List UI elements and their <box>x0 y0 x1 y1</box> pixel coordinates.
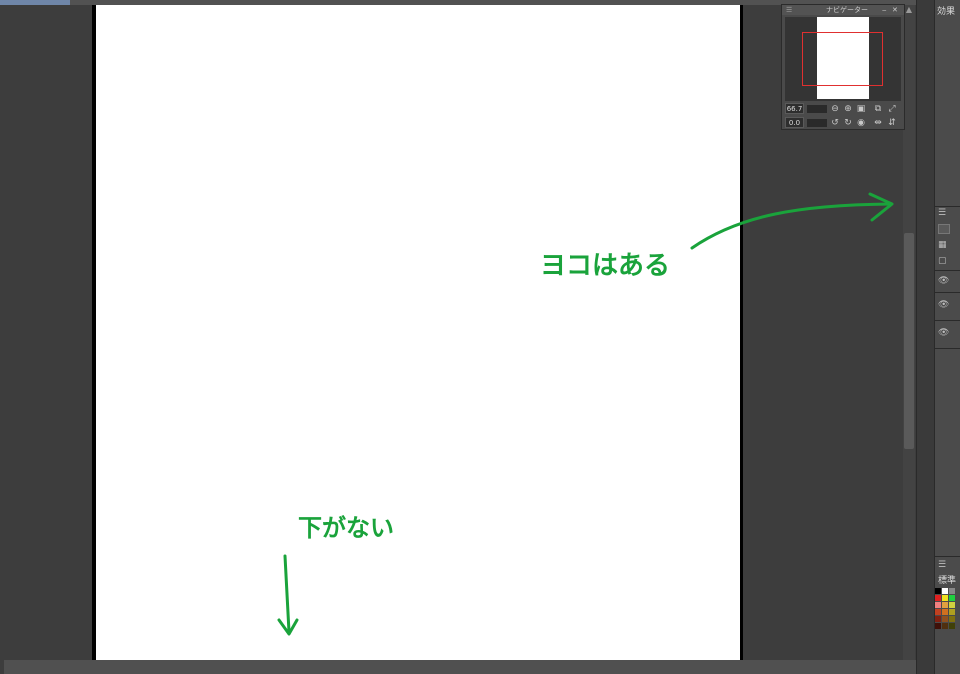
color-swatches[interactable] <box>935 588 960 640</box>
horizontal-scrollbar[interactable] <box>4 660 916 674</box>
zoom-out-icon[interactable]: ⊖ <box>830 104 840 114</box>
navigator-view-frame[interactable] <box>802 32 883 86</box>
actual-size-icon[interactable]: ▣ <box>856 104 866 114</box>
color-swatch[interactable] <box>949 595 955 601</box>
layer-divider <box>935 348 960 349</box>
color-swatch[interactable] <box>935 602 941 608</box>
reset-rotation-icon[interactable]: ◉ <box>856 118 866 128</box>
layer-visibility-eye-icon[interactable]: 👁 <box>938 328 949 338</box>
effects-tab[interactable]: 効果 <box>937 4 955 17</box>
color-set-label[interactable]: 標準 <box>938 576 956 586</box>
zoom-controls: 66.7 ⊖ ⊕ ▣ ⧉ ⤢ <box>785 103 903 115</box>
layer-divider <box>935 270 960 271</box>
flip-horizontal-icon[interactable]: ⇹ <box>873 118 883 128</box>
color-swatch[interactable] <box>935 609 941 615</box>
rotation-slider[interactable] <box>807 119 827 127</box>
color-swatch[interactable] <box>942 623 948 629</box>
layer-visibility-eye-icon[interactable]: 👁 <box>938 300 949 310</box>
flip-vertical-icon[interactable]: ⇵ <box>887 118 897 128</box>
color-swatch[interactable] <box>942 602 948 608</box>
panel-menu-icon[interactable]: ☰ <box>938 208 946 218</box>
navigator-title: ナビゲーター <box>826 6 868 14</box>
rotation-value-field[interactable]: 0.0 <box>785 117 804 128</box>
color-swatch[interactable] <box>949 602 955 608</box>
color-swatch[interactable] <box>935 595 941 601</box>
zoom-slider[interactable] <box>807 105 827 113</box>
panel-divider <box>935 556 960 557</box>
layer-visibility-eye-icon[interactable]: 👁 <box>938 276 949 286</box>
color-swatch[interactable] <box>942 588 948 594</box>
close-icon[interactable]: ✕ <box>892 5 898 15</box>
minimize-icon[interactable]: ‒ <box>882 5 886 15</box>
layer-mode-icon[interactable] <box>938 224 950 234</box>
color-swatch[interactable] <box>935 588 941 594</box>
color-swatch[interactable] <box>942 616 948 622</box>
panel-menu-icon[interactable]: ☰ <box>786 5 792 15</box>
color-swatch[interactable] <box>949 588 955 594</box>
rotation-controls: 0.0 ↺ ↻ ◉ ⇹ ⇵ <box>785 117 903 129</box>
color-swatch[interactable] <box>942 595 948 601</box>
layer-divider <box>935 320 960 321</box>
color-swatch[interactable] <box>949 609 955 615</box>
right-side-panel: 効果 ☰ ▦ ▢ 👁 👁 👁 ☰ 標準 <box>934 0 960 674</box>
canvas-page[interactable] <box>96 5 740 660</box>
color-swatch[interactable] <box>935 623 941 629</box>
rotate-right-icon[interactable]: ↻ <box>843 118 853 128</box>
layer-tool-icon[interactable]: ▦ <box>938 240 947 250</box>
rotate-left-icon[interactable]: ↺ <box>830 118 840 128</box>
navigator-preview[interactable] <box>785 17 901 101</box>
panel-menu-icon[interactable]: ☰ <box>938 560 946 570</box>
navigator-panel: ☰ ナビゲーター ‒ ✕ 66.7 ⊖ ⊕ ▣ ⧉ ⤢ 0.0 ↺ ↻ ◉ ⇹ … <box>781 4 905 130</box>
new-layer-icon[interactable]: ▢ <box>938 256 947 266</box>
color-swatch[interactable] <box>949 623 955 629</box>
panel-divider <box>935 206 960 207</box>
zoom-in-icon[interactable]: ⊕ <box>843 104 853 114</box>
layer-divider <box>935 292 960 293</box>
fit-window-icon[interactable]: ⤢ <box>887 104 897 114</box>
fit-screen-icon[interactable]: ⧉ <box>873 104 883 114</box>
vertical-scroll-thumb[interactable] <box>904 233 914 449</box>
zoom-value-field[interactable]: 66.7 <box>785 103 804 114</box>
color-swatch[interactable] <box>949 616 955 622</box>
navigator-title-bar[interactable]: ☰ ナビゲーター ‒ ✕ <box>782 5 904 15</box>
color-swatch[interactable] <box>935 616 941 622</box>
panel-dock-strip[interactable] <box>916 0 935 674</box>
color-swatch[interactable] <box>942 609 948 615</box>
